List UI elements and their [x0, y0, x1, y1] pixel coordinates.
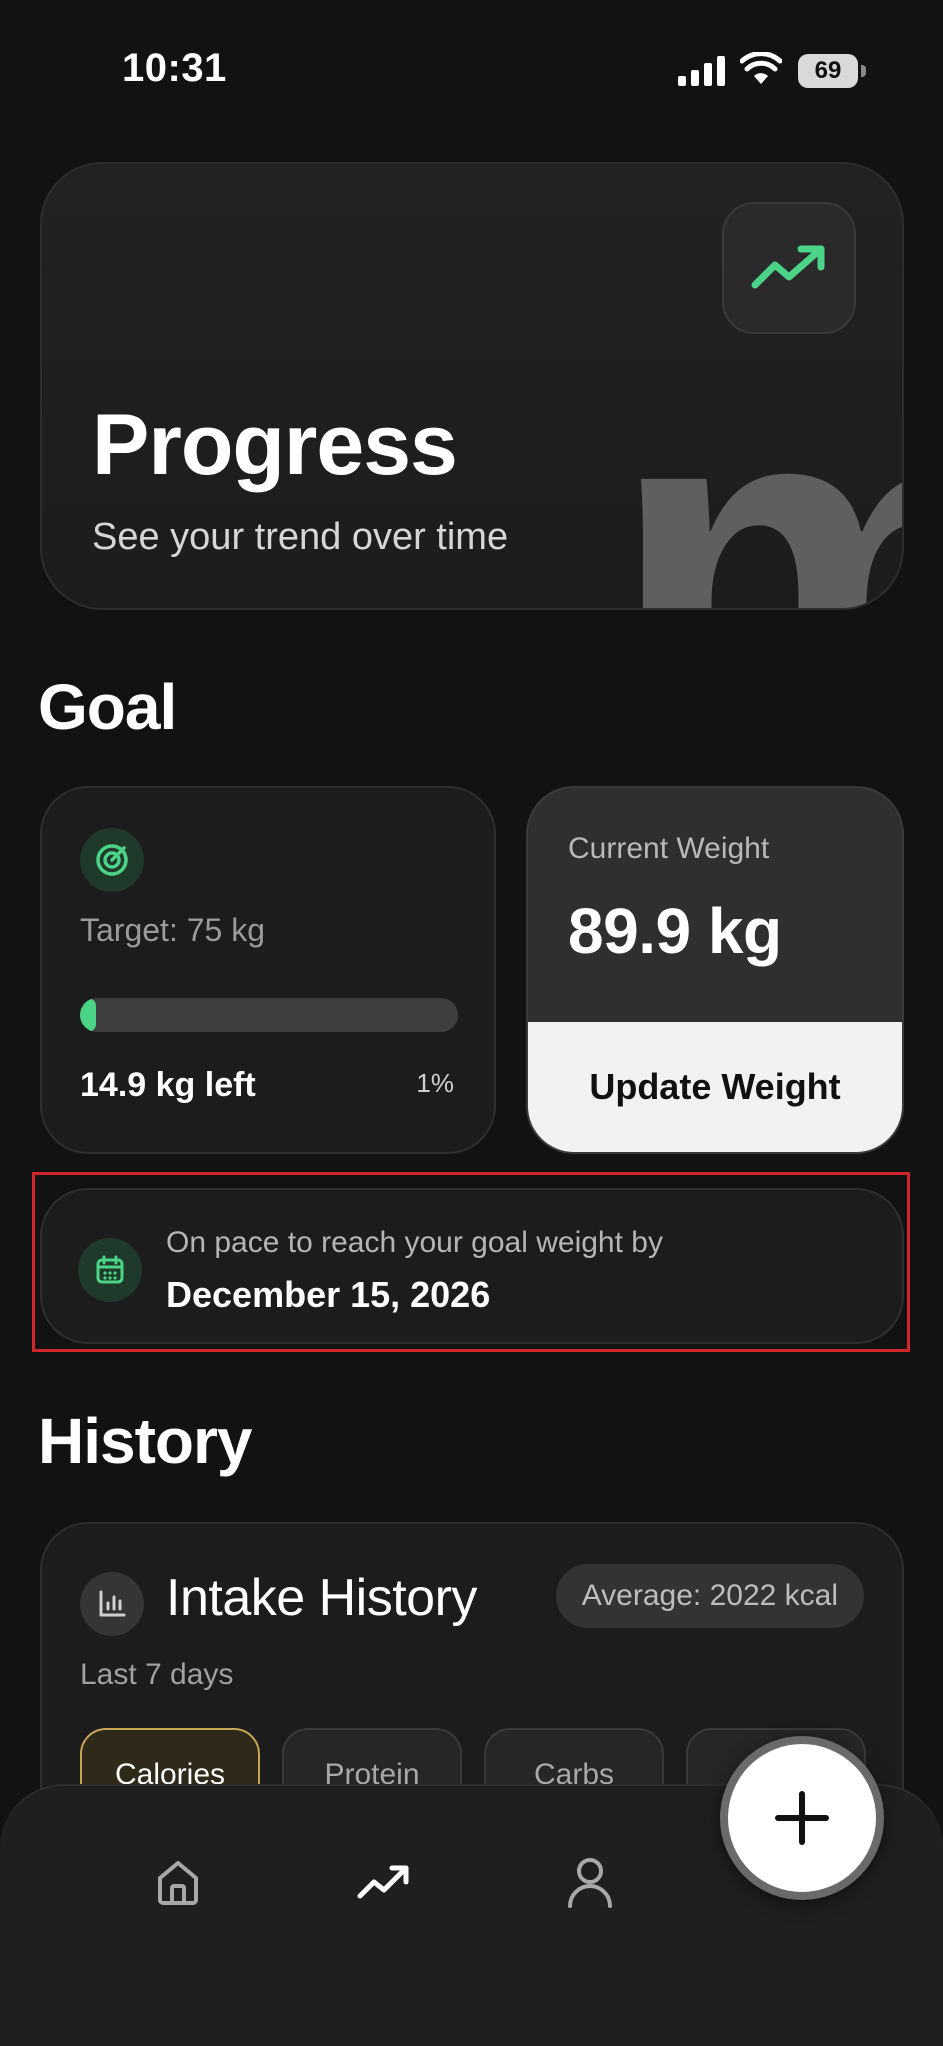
target-weight-label: Target: 75 kg [80, 912, 265, 948]
goal-target-card: Target: 75 kg 14.9 kg left 1% [40, 786, 496, 1154]
current-weight-value: 89.9 kg [568, 895, 782, 967]
update-weight-button[interactable]: Update Weight [528, 1022, 902, 1152]
progress-hero-card: m Progress See your trend over time [40, 162, 904, 610]
cellular-signal-icon [678, 56, 725, 86]
intake-history-title: Intake History [166, 1569, 477, 1627]
nav-profile[interactable] [550, 1842, 630, 1922]
hero-background-letter: m [608, 320, 902, 609]
status-bar: 10:31 69 [0, 0, 943, 140]
current-weight-label: Current Weight [568, 832, 770, 865]
goal-progress-bar [80, 998, 458, 1032]
home-icon [158, 1861, 198, 1905]
goal-pace-card: On pace to reach your goal weight by Dec… [40, 1188, 904, 1344]
target-icon [80, 828, 144, 892]
calendar-icon [78, 1238, 142, 1302]
average-kcal-badge: Average: 2022 kcal [555, 1564, 864, 1628]
history-heading: History [38, 1405, 252, 1477]
bar-chart-icon [80, 1572, 144, 1636]
page-subtitle: See your trend over time [92, 516, 509, 558]
trending-up-icon [722, 202, 856, 334]
battery-level: 69 [798, 54, 858, 88]
page-title: Progress [92, 397, 458, 493]
profile-icon [568, 1858, 612, 1908]
wifi-icon [740, 52, 782, 84]
pace-goal-date: December 15, 2026 [166, 1274, 491, 1315]
nav-progress[interactable] [344, 1842, 424, 1922]
weight-remaining-label: 14.9 kg left [80, 1066, 256, 1104]
trending-up-icon [357, 1865, 409, 1899]
current-weight-card: Current Weight 89.9 kg Update Weight [526, 786, 904, 1154]
nav-home[interactable] [138, 1842, 218, 1922]
battery-cap [861, 65, 866, 77]
history-range-label: Last 7 days [80, 1658, 234, 1691]
plus-icon [775, 1791, 829, 1845]
add-entry-button[interactable] [720, 1736, 884, 1900]
goal-percent-label: 1% [416, 1068, 454, 1098]
status-time: 10:31 [122, 46, 227, 90]
battery-icon: 69 [798, 54, 866, 88]
goal-heading: Goal [38, 671, 177, 743]
goal-progress-fill [80, 998, 96, 1032]
pace-description: On pace to reach your goal weight by [166, 1226, 663, 1259]
